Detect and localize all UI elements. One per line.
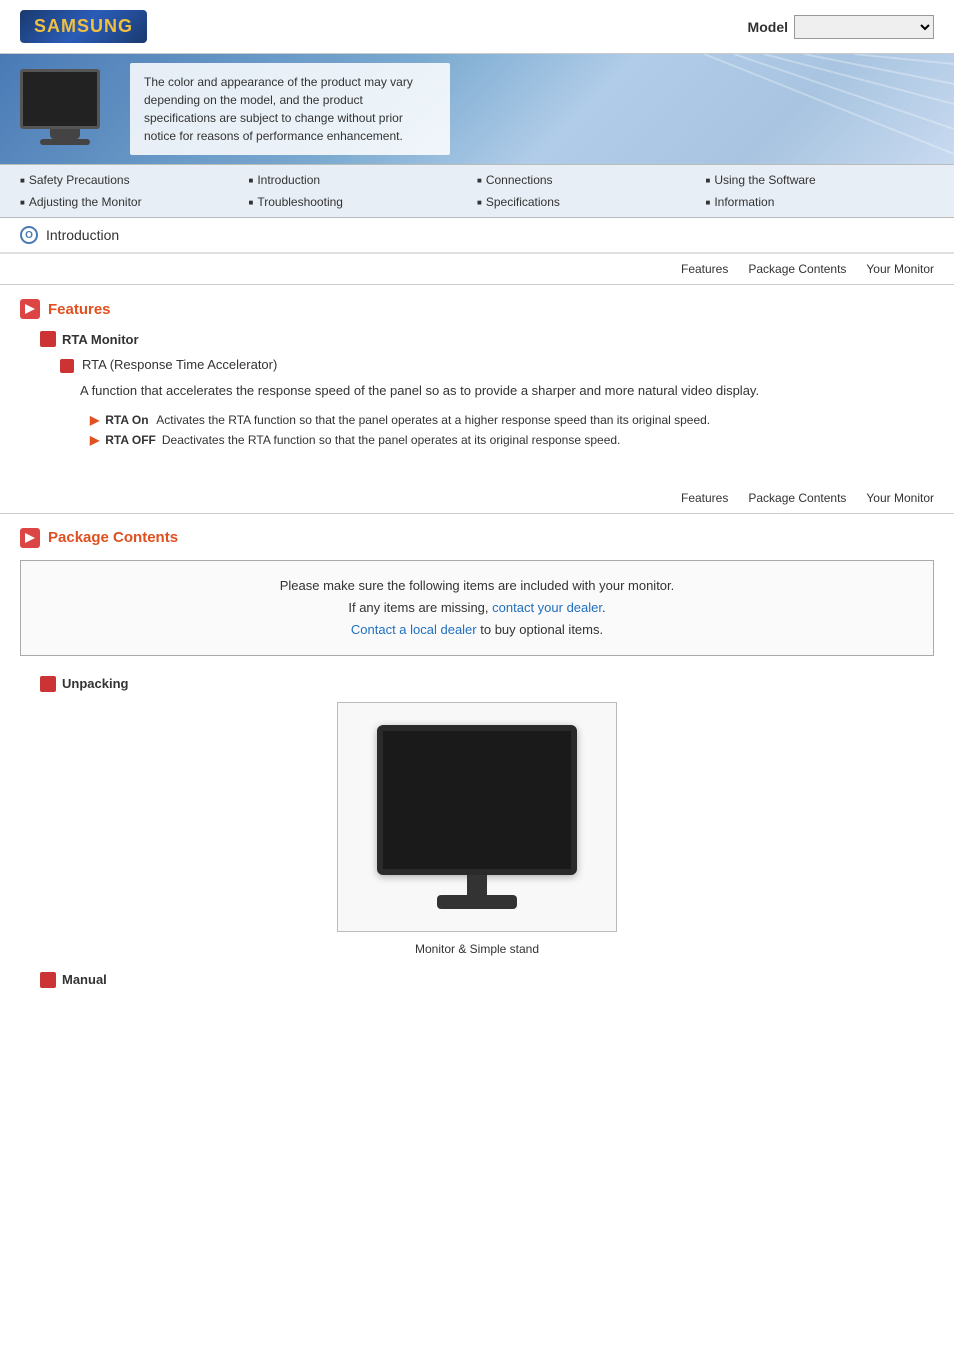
manual-label: Manual <box>62 972 107 987</box>
nav-introduction[interactable]: Introduction <box>249 171 478 189</box>
monitor-product-neck <box>467 875 487 895</box>
package-notice-suffix: to buy optional items. <box>480 622 603 637</box>
monitor-stand-graphic <box>50 129 80 139</box>
package-notice-line1: Please make sure the following items are… <box>35 575 919 597</box>
rta-description: A function that accelerates the response… <box>80 381 934 401</box>
samsung-logo: SAMSUNG <box>20 10 147 43</box>
rta-bullet-item: RTA (Response Time Accelerator) <box>60 357 934 373</box>
monitor-product-screen <box>377 725 577 875</box>
subnav-package-contents[interactable]: Package Contents <box>748 262 846 276</box>
package-contents-heading-text: Package Contents <box>48 529 178 546</box>
nav-using-software[interactable]: Using the Software <box>706 171 935 189</box>
subnav2-package-contents[interactable]: Package Contents <box>748 491 846 505</box>
monitor-screen-graphic <box>20 69 100 129</box>
unpacking-icon <box>40 676 56 692</box>
package-notice-prefix: If any items are missing, <box>348 600 488 615</box>
nav-troubleshooting[interactable]: Troubleshooting <box>249 193 478 211</box>
section-header: O Introduction <box>0 218 954 254</box>
sub-navigation-top: Features Package Contents Your Monitor <box>0 254 954 285</box>
rta-on-arrow: ▶ <box>90 413 99 427</box>
rta-on-text: Activates the RTA function so that the p… <box>156 413 710 427</box>
package-notice-line3: Contact a local dealer to buy optional i… <box>35 619 919 641</box>
banner: The color and appearance of the product … <box>0 54 954 164</box>
unpacking-label: Unpacking <box>62 676 128 691</box>
package-contents-section: Package Contents Please make sure the fo… <box>0 514 954 1028</box>
package-local-dealer-link[interactable]: Contact a local dealer <box>351 622 477 637</box>
nav-information[interactable]: Information <box>706 193 935 211</box>
features-heading-text: Features <box>48 301 111 318</box>
manual-heading: Manual <box>40 972 934 988</box>
nav-specifications[interactable]: Specifications <box>477 193 706 211</box>
monitor-product-image <box>377 725 577 909</box>
banner-decoration <box>654 54 954 164</box>
monitor-product-base <box>437 895 517 909</box>
package-contents-heading: Package Contents <box>20 528 934 548</box>
sub-navigation-bottom: Features Package Contents Your Monitor <box>0 483 954 514</box>
nav-adjusting-monitor[interactable]: Adjusting the Monitor <box>20 193 249 211</box>
rta-on-label: RTA On <box>105 413 150 427</box>
manual-icon <box>40 972 56 988</box>
rta-monitor-icon <box>40 331 56 347</box>
rta-off-arrow: ▶ <box>90 433 99 447</box>
banner-notice-text: The color and appearance of the product … <box>144 75 413 143</box>
banner-notice-box: The color and appearance of the product … <box>130 63 450 155</box>
rta-on-item: ▶ RTA On Activates the RTA function so t… <box>90 413 934 427</box>
nav-safety-precautions[interactable]: Safety Precautions <box>20 171 249 189</box>
rta-monitor-label: RTA Monitor <box>62 332 139 347</box>
features-heading: Features <box>20 299 934 319</box>
rta-off-label: RTA OFF <box>105 433 156 447</box>
model-area: Model <box>748 15 934 39</box>
monitor-base-graphic <box>40 139 90 145</box>
page-header: SAMSUNG Model <box>0 0 954 54</box>
nav-connections[interactable]: Connections <box>477 171 706 189</box>
package-contents-heading-icon <box>20 528 40 548</box>
rta-arrow-list: ▶ RTA On Activates the RTA function so t… <box>90 413 934 447</box>
package-notice-box: Please make sure the following items are… <box>20 560 934 656</box>
model-select[interactable] <box>794 15 934 39</box>
package-notice-line2: If any items are missing, contact your d… <box>35 597 919 619</box>
features-section: Features RTA Monitor RTA (Response Time … <box>0 285 954 483</box>
rta-bullet-icon <box>60 359 74 373</box>
rta-monitor-heading: RTA Monitor <box>40 331 934 347</box>
navigation-bar: Safety Precautions Introduction Connecti… <box>0 164 954 218</box>
rta-bullet-text: RTA (Response Time Accelerator) <box>82 357 277 372</box>
logo-area: SAMSUNG <box>20 10 147 43</box>
monitor-image-box <box>337 702 617 932</box>
package-contact-dealer-link[interactable]: contact your dealer <box>492 600 602 615</box>
model-label: Model <box>748 19 788 35</box>
subnav2-your-monitor[interactable]: Your Monitor <box>866 491 934 505</box>
section-header-icon: O <box>20 226 38 244</box>
section-header-title: Introduction <box>46 227 119 243</box>
monitor-caption: Monitor & Simple stand <box>20 942 934 956</box>
features-heading-icon <box>20 299 40 319</box>
banner-monitor-image <box>20 69 110 149</box>
unpacking-heading: Unpacking <box>40 676 934 692</box>
subnav-features[interactable]: Features <box>681 262 728 276</box>
subnav2-features[interactable]: Features <box>681 491 728 505</box>
rta-off-text: Deactivates the RTA function so that the… <box>162 433 621 447</box>
subnav-your-monitor[interactable]: Your Monitor <box>866 262 934 276</box>
rta-off-item: ▶ RTA OFF Deactivates the RTA function s… <box>90 433 934 447</box>
